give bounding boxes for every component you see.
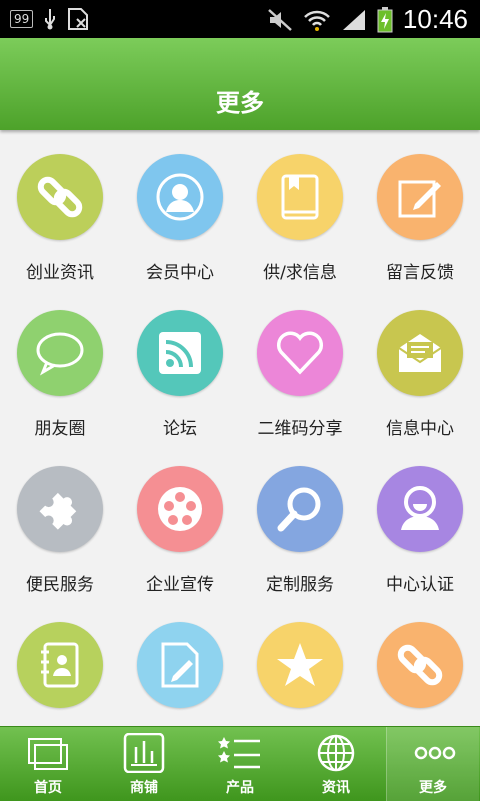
tile-circle	[137, 310, 223, 396]
tile-label: 供/求信息	[263, 263, 337, 283]
mute-icon	[268, 8, 292, 31]
tile-label: 会员中心	[146, 263, 214, 283]
tile-label: 便民服务	[26, 575, 94, 595]
film-reel-icon	[158, 487, 202, 531]
tile-circle	[17, 622, 103, 708]
tile-label: 企业宣传	[146, 575, 214, 595]
tile-label: 朋友圈	[34, 419, 86, 439]
tab-news[interactable]: 资讯	[288, 727, 384, 801]
tile-label: 二维码分享	[257, 419, 343, 439]
tab-shop[interactable]: 商铺	[96, 727, 192, 801]
home-windows-icon	[28, 738, 68, 770]
tile-supply-demand[interactable]: 供/求信息	[240, 140, 360, 296]
tile-circle	[257, 466, 343, 552]
tile-favorites[interactable]	[240, 608, 360, 726]
document-edit-icon	[161, 642, 199, 688]
tile-moments[interactable]: 朋友圈	[0, 296, 120, 452]
tile-circle	[17, 466, 103, 552]
tile-forum[interactable]: 论坛	[120, 296, 240, 452]
tile-circle	[137, 466, 223, 552]
pencil-note-icon	[398, 180, 441, 218]
member-avatar-icon	[156, 173, 204, 221]
tile-circle	[137, 622, 223, 708]
tile-info-center[interactable]: 信息中心	[360, 296, 480, 452]
signal-icon	[342, 9, 365, 30]
bottom-tab-bar: 首页 商铺 产品 资讯 更多	[0, 726, 480, 801]
speech-bubble-icon	[36, 332, 84, 376]
star-icon	[277, 643, 323, 686]
tile-document[interactable]	[120, 608, 240, 726]
tile-convenience-service[interactable]: 便民服务	[0, 452, 120, 608]
tile-circle	[377, 466, 463, 552]
wifi-icon	[304, 10, 330, 31]
tab-label: 更多	[419, 780, 447, 796]
tab-label: 首页	[34, 780, 62, 796]
tile-member-center[interactable]: 会员中心	[120, 140, 240, 296]
tile-circle	[257, 622, 343, 708]
tile-circle	[257, 154, 343, 240]
globe-icon	[317, 734, 355, 772]
tab-label: 资讯	[322, 780, 350, 796]
shop-bars-icon	[123, 733, 165, 773]
clock: 10:46	[402, 4, 468, 34]
tile-label: 中心认证	[386, 575, 454, 595]
tile-label: 定制服务	[266, 575, 334, 595]
tile-circle	[137, 154, 223, 240]
tab-home[interactable]: 首页	[0, 727, 96, 801]
rss-icon	[159, 332, 201, 374]
book-icon	[281, 174, 319, 220]
tile-circle	[17, 154, 103, 240]
tab-label: 产品	[226, 780, 254, 796]
tab-products[interactable]: 产品	[192, 727, 288, 801]
header-bar: 更多	[0, 38, 480, 130]
status-bar: 99 10:46	[0, 0, 480, 38]
puzzle-icon	[39, 492, 77, 530]
tile-label: 留言反馈	[386, 263, 454, 283]
notification-count-badge: 99	[10, 10, 34, 28]
page-title: 更多	[216, 89, 264, 117]
tile-circle	[257, 310, 343, 396]
tile-label: 论坛	[163, 419, 197, 439]
heart-icon	[276, 331, 324, 375]
envelope-icon	[398, 334, 442, 372]
user-badge-icon	[401, 486, 439, 530]
usb-icon	[45, 9, 56, 30]
tile-qr-share[interactable]: 二维码分享	[240, 296, 360, 452]
tile-label: 信息中心	[386, 419, 454, 439]
tile-circle	[377, 622, 463, 708]
menu-grid: 创业资讯 会员中心 供/求信息 留言反馈 朋友圈 论坛 二维码分享 信息中心 便…	[0, 140, 480, 726]
tile-circle	[377, 310, 463, 396]
product-list-icon	[218, 737, 260, 769]
tile-circle	[377, 154, 463, 240]
tile-company-promo[interactable]: 企业宣传	[120, 452, 240, 608]
tile-center-certification[interactable]: 中心认证	[360, 452, 480, 608]
tab-label: 商铺	[130, 780, 158, 796]
chain-link-icon	[37, 176, 83, 218]
tab-more[interactable]: 更多	[386, 727, 479, 801]
tile-links[interactable]	[360, 608, 480, 726]
battery-charging-icon	[377, 6, 393, 32]
tile-label: 创业资讯	[26, 263, 94, 283]
tile-custom-service[interactable]: 定制服务	[240, 452, 360, 608]
contact-book-icon	[41, 642, 79, 688]
magnifier-icon	[277, 487, 321, 532]
tile-contacts[interactable]	[0, 608, 120, 726]
tile-circle	[17, 310, 103, 396]
more-dots-icon	[414, 746, 456, 760]
tile-startup-news[interactable]: 创业资讯	[0, 140, 120, 296]
chain-link-icon	[397, 644, 443, 686]
sim-card-icon	[68, 8, 89, 30]
tile-feedback[interactable]: 留言反馈	[360, 140, 480, 296]
